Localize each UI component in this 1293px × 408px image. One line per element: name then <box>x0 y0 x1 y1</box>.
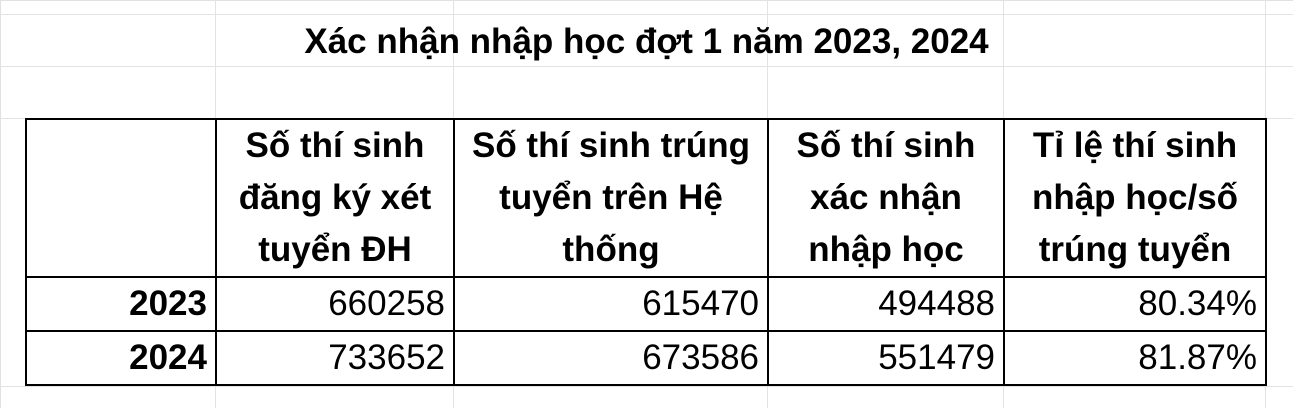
rate-cell[interactable]: 81.87% <box>1003 330 1267 386</box>
year-cell[interactable]: 2024 <box>25 330 217 386</box>
table-row: 2024 733652 673586 551479 81.87% <box>25 330 1267 386</box>
sheet-title: Xác nhận nhập học đợt 1 năm 2023, 2024 <box>304 22 989 61</box>
confirmed-cell[interactable]: 551479 <box>767 330 1005 386</box>
admitted-cell[interactable]: 615470 <box>453 276 769 332</box>
admission-table: Số thí sinh đăng ký xét tuyển ĐH Số thí … <box>25 118 1267 386</box>
header-row: Số thí sinh đăng ký xét tuyển ĐH Số thí … <box>25 118 1267 278</box>
header-cell-admitted[interactable]: Số thí sinh trúng tuyển trên Hệ thống <box>453 118 769 278</box>
registered-cell[interactable]: 733652 <box>215 330 455 386</box>
header-cell-registered[interactable]: Số thí sinh đăng ký xét tuyển ĐH <box>215 118 455 278</box>
header-cell-rate[interactable]: Tỉ lệ thí sinh nhập học/số trúng tuyển <box>1003 118 1267 278</box>
year-cell[interactable]: 2023 <box>25 276 217 332</box>
confirmed-cell[interactable]: 494488 <box>767 276 1005 332</box>
rate-cell[interactable]: 80.34% <box>1003 276 1267 332</box>
header-cell-empty[interactable] <box>25 118 217 278</box>
admitted-cell[interactable]: 673586 <box>453 330 769 386</box>
table-row: 2023 660258 615470 494488 80.34% <box>25 276 1267 332</box>
registered-cell[interactable]: 660258 <box>215 276 455 332</box>
header-cell-confirmed[interactable]: Số thí sinh xác nhận nhập học <box>767 118 1005 278</box>
